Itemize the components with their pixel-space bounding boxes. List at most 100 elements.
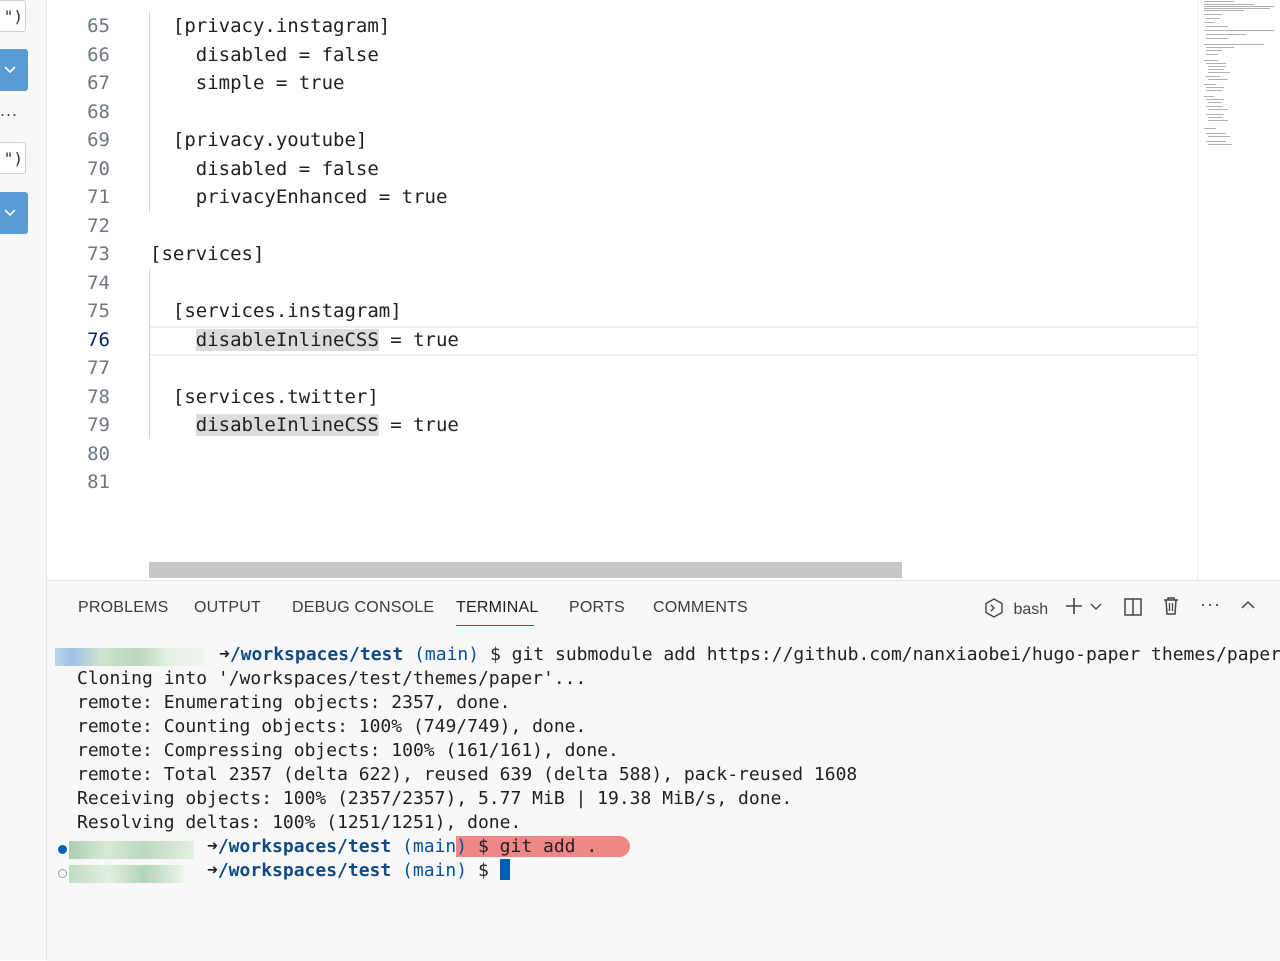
active-tab-indicator: [456, 625, 534, 626]
code-text: disableInlineCSS = true: [150, 411, 459, 439]
line-number: 77: [87, 357, 110, 379]
redacted-user-host: [69, 865, 184, 883]
line-number: 79: [87, 414, 110, 436]
code-line[interactable]: 74: [47, 269, 1197, 297]
chevron-down-icon: [4, 66, 16, 74]
expand-button[interactable]: [0, 49, 28, 91]
code-text: [privacy.youtube]: [150, 129, 368, 151]
git-branch: main: [424, 644, 469, 665]
line-number: 76: [87, 328, 110, 351]
terminal-dropdown-button[interactable]: [1089, 597, 1103, 620]
code-text: disabled = false: [150, 157, 379, 180]
line-number: 75: [87, 300, 110, 322]
terminal-shell-selector[interactable]: bash: [983, 597, 1048, 619]
terminal-output[interactable]: ➜/workspaces/test (main) $ git submodule…: [47, 643, 1280, 961]
prompt-line-3: ➜/workspaces/test (main) $: [207, 859, 510, 883]
output-line: Receiving objects: 100% (2357/2357), 5.7…: [77, 788, 793, 809]
input-value-text: "): [3, 7, 23, 26]
input-value-text: "): [3, 149, 23, 168]
kill-terminal-button[interactable]: [1160, 595, 1182, 622]
chevron-up-icon: [1241, 600, 1255, 609]
horizontal-scrollbar[interactable]: [149, 562, 902, 578]
highlighted-key: disableInlineCSS: [195, 328, 379, 351]
line-number: 66: [87, 43, 110, 66]
code-text: disableInlineCSS = true: [150, 326, 459, 354]
prompt-arrow: ➜: [219, 644, 230, 665]
chevron-down-icon: [4, 209, 16, 217]
line-number: 67: [87, 72, 110, 94]
expand-button-2[interactable]: [0, 192, 28, 234]
code-line[interactable]: 78 [services.twitter]: [47, 383, 1197, 411]
code-line[interactable]: 70 disabled = false: [47, 155, 1197, 183]
tab-debug-console[interactable]: DEBUG CONSOLE: [292, 599, 434, 617]
code-line[interactable]: 66 disabled = false: [47, 41, 1197, 69]
code-text: [services]: [150, 243, 265, 265]
code-line[interactable]: 72: [47, 212, 1197, 240]
output-line: Resolving deltas: 100% (1251/1251), done…: [77, 812, 522, 833]
line-number: 81: [87, 471, 110, 493]
tab-terminal[interactable]: TERMINAL: [456, 599, 539, 617]
tab-problems[interactable]: PROBLEMS: [78, 599, 169, 617]
output-line: remote: Compressing objects: 100% (161/1…: [77, 740, 619, 761]
side-panel-strip: ") ... "): [0, 0, 47, 960]
line-number: 74: [87, 271, 110, 294]
chevron-down-icon: [1090, 603, 1102, 610]
split-icon: [1124, 598, 1142, 616]
line-number: 70: [87, 157, 110, 180]
code-line[interactable]: 75 [services.instagram]: [47, 297, 1197, 325]
split-terminal-button[interactable]: [1122, 596, 1144, 623]
code-line[interactable]: 65 [privacy.instagram]: [47, 12, 1197, 40]
line-number: 65: [87, 15, 110, 37]
terminal-cursor: [499, 859, 510, 880]
highlighted-command: ) $ git add .: [456, 836, 630, 857]
prompt-path: /workspaces/test: [229, 644, 404, 665]
new-terminal-button[interactable]: [1063, 595, 1085, 622]
prompt-arrow: ➜: [207, 836, 218, 857]
tab-ports[interactable]: PORTS: [569, 599, 625, 617]
prompt-arrow: ➜: [207, 860, 218, 881]
prompt-path: /workspaces/test: [217, 860, 392, 881]
plus-icon: [1066, 598, 1082, 614]
tab-comments[interactable]: COMMENTS: [653, 599, 748, 617]
redacted-user-host: [55, 648, 205, 666]
more-actions-icon[interactable]: ···: [1200, 594, 1221, 615]
code-line[interactable]: 69 [privacy.youtube]: [47, 126, 1197, 154]
code-line[interactable]: 79 disableInlineCSS = true: [47, 411, 1197, 439]
code-rest: = true: [378, 414, 459, 436]
line-number: 73: [87, 243, 110, 265]
highlighted-key: disableInlineCSS: [195, 414, 379, 436]
line-number: 71: [87, 186, 110, 208]
maximize-panel-button[interactable]: [1239, 596, 1257, 619]
line-number: 72: [87, 214, 110, 237]
code-editor[interactable]: 65 [privacy.instagram] 66 disabled = fals…: [47, 0, 1280, 580]
code-line[interactable]: 76 disableInlineCSS = true: [47, 326, 1197, 354]
code-line[interactable]: 67 simple = true: [47, 69, 1197, 97]
line-number: 80: [87, 442, 110, 465]
minimap[interactable]: [1197, 0, 1280, 580]
bottom-panel: PROBLEMS OUTPUT DEBUG CONSOLE TERMINAL P…: [47, 580, 1280, 961]
code-line[interactable]: 80: [47, 440, 1197, 468]
replace-input-partial[interactable]: "): [0, 142, 26, 174]
more-icon[interactable]: ...: [0, 100, 28, 121]
code-line[interactable]: 73 [services]: [47, 240, 1197, 268]
find-input-partial[interactable]: "): [0, 0, 26, 32]
prompt-line-1: ➜/workspaces/test (main) $ git submodule…: [219, 644, 1280, 665]
code-text: [privacy.instagram]: [150, 15, 391, 37]
output-line: remote: Enumerating objects: 2357, done.: [77, 692, 511, 713]
code-text: simple = true: [150, 72, 345, 94]
output-line: Cloning into '/workspaces/test/themes/pa…: [77, 668, 587, 689]
code-text: [services.twitter]: [150, 385, 379, 408]
code-text: [services.instagram]: [150, 300, 402, 322]
line-number: 78: [87, 385, 110, 408]
command-text: git add .: [499, 836, 598, 857]
code-line[interactable]: 68: [47, 98, 1197, 126]
terminal-bash-icon: [985, 598, 1003, 618]
redacted-user-host: [69, 841, 194, 859]
tab-output[interactable]: OUTPUT: [194, 599, 261, 617]
prompt-path: /workspaces/test: [217, 836, 392, 857]
code-line[interactable]: 81: [47, 468, 1197, 496]
code-line[interactable]: 77: [47, 354, 1197, 382]
code-line[interactable]: 71 privacyEnhanced = true: [47, 183, 1197, 211]
git-branch: main: [412, 836, 457, 857]
output-line: remote: Total 2357 (delta 622), reused 6…: [77, 764, 858, 785]
